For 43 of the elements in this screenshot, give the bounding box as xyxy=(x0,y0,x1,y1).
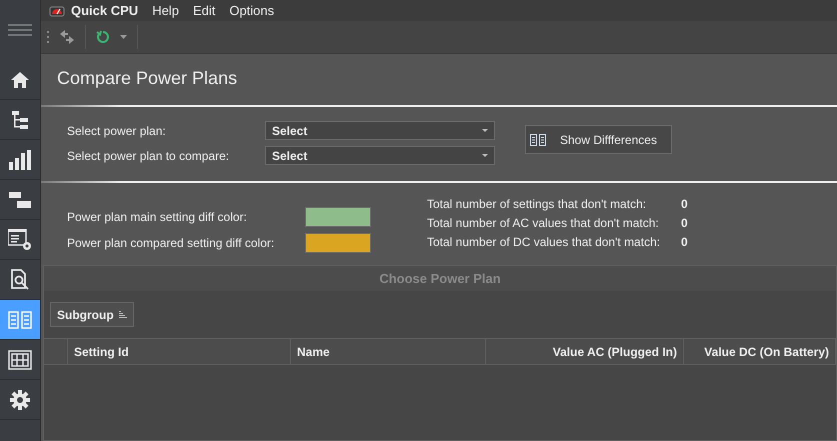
tree-icon xyxy=(11,110,29,130)
stat-value: 0 xyxy=(681,216,688,230)
menu-icon[interactable] xyxy=(8,24,32,36)
column-header[interactable]: Value DC (On Battery) xyxy=(684,339,836,364)
stat-label: Total number of DC values that don't match: xyxy=(427,235,662,249)
menu-item[interactable]: Help xyxy=(152,3,179,18)
menu-item[interactable]: Options xyxy=(229,3,274,18)
dropdown-caret-icon[interactable] xyxy=(120,35,127,39)
color-label: Power plan main setting diff color: xyxy=(67,210,248,224)
sort-icon xyxy=(118,311,127,318)
stat-label: Total number of AC values that don't match: xyxy=(427,216,660,230)
bar-chart-icon xyxy=(9,150,31,170)
stat-value: 0 xyxy=(681,197,688,211)
plan-dropdown[interactable]: Select xyxy=(265,146,495,165)
swap-arrows-icon[interactable] xyxy=(59,29,75,45)
color-swatch[interactable] xyxy=(305,233,371,253)
plan-dropdown[interactable]: Select xyxy=(265,121,495,140)
settings-icon xyxy=(10,390,30,410)
compare-columns-icon xyxy=(8,310,32,328)
page-title: Compare Power Plans xyxy=(56,67,238,90)
home-icon xyxy=(10,70,30,88)
column-header[interactable]: Setting Id xyxy=(68,339,291,364)
grid-title: Choose Power Plan xyxy=(379,271,501,286)
stat-label: Total number of settings that don't match: xyxy=(427,197,648,211)
show-differences-button[interactable]: Show Diffferences xyxy=(525,125,672,154)
sidebar-item[interactable] xyxy=(0,300,40,340)
field-label: Select power plan to compare: xyxy=(67,148,230,162)
refresh-icon[interactable] xyxy=(96,30,110,44)
column-header[interactable]: Value AC (Plugged In) xyxy=(486,339,684,364)
group-by-chip[interactable]: Subgroup xyxy=(50,302,134,327)
stat-value: 0 xyxy=(681,235,688,249)
color-label: Power plan compared setting diff color: xyxy=(67,236,276,250)
menu-item[interactable]: Edit xyxy=(192,3,216,18)
app-logo-icon xyxy=(49,4,65,18)
settings-list-icon xyxy=(8,228,32,250)
grid-icon xyxy=(8,350,32,370)
app-title: Quick CPU xyxy=(71,3,138,18)
color-swatch[interactable] xyxy=(305,207,371,227)
gantt-icon xyxy=(9,192,31,208)
document-search-icon xyxy=(10,268,30,290)
column-header[interactable]: Name xyxy=(291,339,486,364)
compare-columns-icon xyxy=(530,134,546,146)
field-label: Select power plan: xyxy=(67,124,167,138)
